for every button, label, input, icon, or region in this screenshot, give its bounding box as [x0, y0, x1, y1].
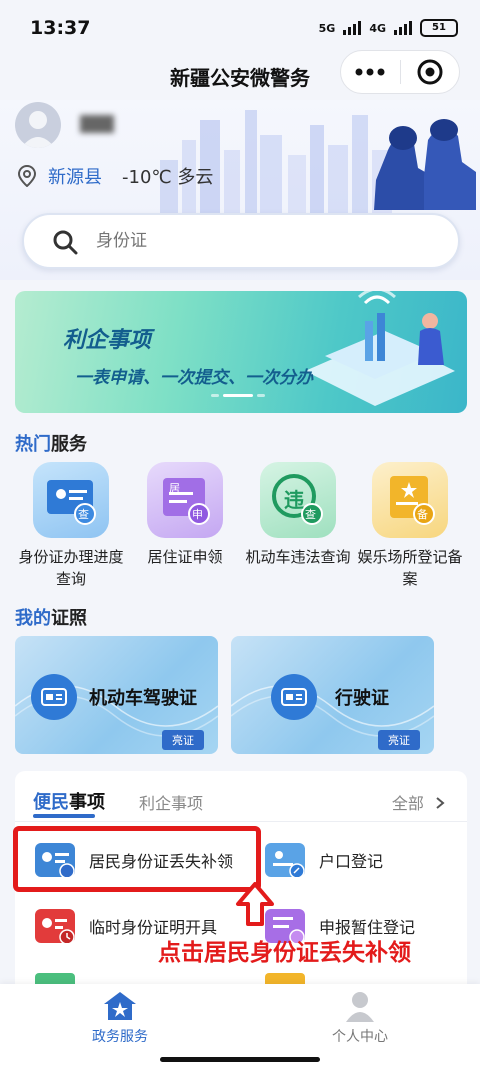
entertainment-registration-icon: 备: [372, 462, 448, 538]
status-time: 13:37: [30, 17, 91, 39]
cert-driving-license[interactable]: 机动车驾驶证 亮证: [15, 636, 218, 754]
service-entertainment-registration[interactable]: 备 娱乐场所登记备案: [355, 462, 465, 590]
tab-label: 政务服务: [92, 1029, 148, 1045]
chevron-right-icon: [436, 797, 445, 809]
home-star-icon: [104, 992, 136, 1020]
car-icon: [31, 674, 77, 720]
search-icon: [53, 230, 78, 255]
status-bar: 13:37 5G 4G 51: [0, 0, 480, 56]
mini-program-capsule: [340, 50, 460, 94]
service-vehicle-violation[interactable]: 违 查 机动车违法查询: [243, 462, 353, 568]
network-4g-icon: 4G: [369, 21, 386, 35]
service-label: 身份证办理进度查询: [18, 548, 124, 588]
cert-label: 行驶证: [335, 688, 389, 709]
more-icon: [355, 68, 385, 76]
household-registration-icon: [265, 843, 305, 879]
car-icon: [271, 674, 317, 720]
id-card-query-icon: 查: [33, 462, 109, 538]
promo-banner[interactable]: 利企事项 一表申请、一次提交、一次分办: [15, 291, 467, 413]
tab-underline: [33, 814, 95, 818]
service-label: 机动车违法查询: [245, 548, 351, 566]
tab-citizen-services[interactable]: 便民事项: [33, 788, 105, 814]
show-cert-button[interactable]: 亮证: [378, 730, 420, 750]
battery-icon: 51: [420, 19, 458, 37]
banner-pagination: [211, 394, 265, 397]
show-cert-button[interactable]: 亮证: [162, 730, 204, 750]
residence-permit-icon: 居 申: [147, 462, 223, 538]
list-item-label: 户口登记: [319, 852, 384, 871]
police-figures-illustration: [374, 119, 476, 210]
tab-enterprise-services[interactable]: 利企事项: [139, 790, 203, 814]
home-indicator: [160, 1057, 320, 1062]
user-avatar-icon: [21, 111, 55, 148]
service-residence-permit[interactable]: 居 申 居住证申领: [130, 462, 240, 568]
title-bar: 新疆公安微警务: [0, 50, 480, 100]
banner-illustration: [305, 291, 455, 406]
list-item-household-registration[interactable]: 户口登记: [265, 843, 384, 879]
location-text[interactable]: 新源县: [48, 163, 102, 189]
service-label: 娱乐场所登记备案: [357, 548, 463, 588]
annotation-highlight-box: [13, 826, 261, 892]
view-all-link[interactable]: 全部: [392, 790, 445, 814]
annotation-text: 点击居民身份证丢失补领: [158, 940, 411, 966]
banner-title: 利企事项: [63, 328, 152, 353]
signal-icon: [343, 21, 362, 35]
tab-gov-services[interactable]: 政务服务: [40, 990, 200, 1046]
service-label: 居住证申领: [147, 548, 223, 566]
close-button[interactable]: [400, 51, 459, 93]
tab-label: 个人中心: [332, 1029, 388, 1045]
avatar[interactable]: [15, 102, 61, 148]
more-button[interactable]: [341, 51, 400, 93]
vehicle-violation-icon: 违 查: [260, 462, 336, 538]
username-blurred: [80, 115, 114, 133]
target-close-icon: [417, 59, 443, 85]
banner-subtitle: 一表申请、一次提交、一次分办: [75, 368, 313, 388]
user-profile-icon: [346, 992, 374, 1022]
network-5g-icon: 5G: [318, 21, 336, 35]
hot-services-title: 热门服务: [15, 434, 87, 455]
weather-text: -10℃ 多云: [122, 167, 214, 188]
status-icons: 5G 4G 51: [319, 19, 458, 37]
signal-icon-2: [394, 21, 412, 35]
service-id-card-progress[interactable]: 查 身份证办理进度查询: [16, 462, 126, 590]
my-certificates-title: 我的证照: [15, 608, 87, 629]
annotation-arrow-icon: [236, 882, 274, 926]
location-pin-icon: [18, 165, 36, 187]
cert-label: 机动车驾驶证: [89, 688, 197, 709]
cert-vehicle-license[interactable]: 行驶证 亮证: [231, 636, 434, 754]
tab-personal-center[interactable]: 个人中心: [280, 990, 440, 1046]
temporary-id-icon: [35, 909, 75, 945]
search-bar[interactable]: [22, 213, 460, 269]
search-input[interactable]: [96, 231, 416, 251]
